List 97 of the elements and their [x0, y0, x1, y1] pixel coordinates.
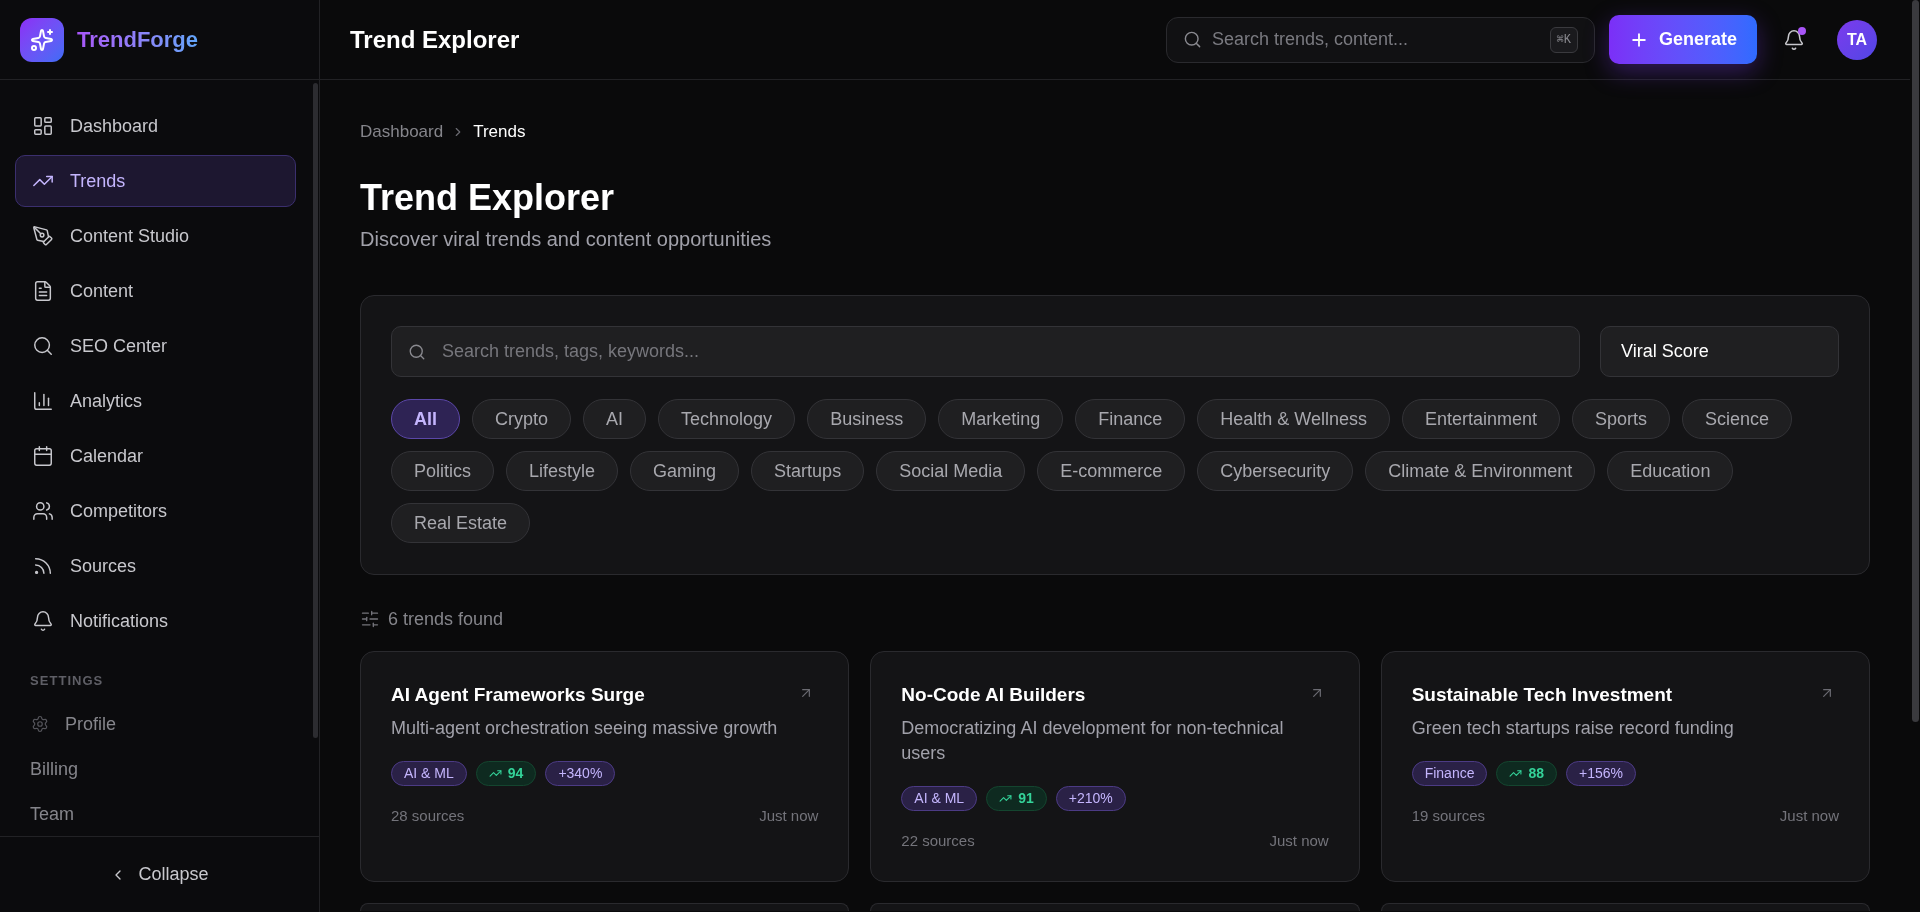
bell-icon	[1783, 28, 1805, 51]
growth-tag: +210%	[1055, 786, 1126, 811]
search-field[interactable]: Search trends, content... ⌘K	[1165, 16, 1595, 63]
category-tag: Finance	[1411, 761, 1488, 786]
category-chip[interactable]: Cybersecurity	[1197, 451, 1354, 491]
breadcrumb-current: Trends	[473, 121, 526, 144]
category-chip[interactable]: Lifestyle	[506, 451, 619, 491]
trend-card[interactable]	[360, 903, 850, 911]
settings-item[interactable]: Team	[15, 796, 296, 832]
shortcut-key: ⌘K	[1549, 26, 1578, 53]
category-chip[interactable]: Politics	[391, 451, 494, 491]
category-tag: AI & ML	[901, 786, 978, 811]
growth-tag: +156%	[1566, 761, 1637, 786]
dashboard-grid-icon	[32, 115, 54, 137]
category-chip[interactable]: Education	[1607, 451, 1734, 491]
sources-count: 19 sources	[1411, 806, 1486, 826]
nav-item[interactable]: SEO Center	[15, 320, 296, 372]
nav-item[interactable]: Dashboard	[15, 100, 296, 152]
sliders-icon	[360, 609, 380, 629]
collapse-button[interactable]: Collapse	[110, 861, 209, 888]
logo-icon	[20, 17, 64, 62]
card-description: Multi-agent orchestration seeing massive growth	[391, 717, 779, 740]
category-chip[interactable]: Real Estate	[391, 503, 531, 543]
category-chip[interactable]: Crypto	[472, 399, 572, 439]
settings-item[interactable]: Profile	[15, 706, 296, 742]
search-field[interactable]: Search trends, tags, keywords...	[391, 326, 1580, 377]
category-chip[interactable]: Marketing	[938, 399, 1064, 439]
nav-item[interactable]: Competitors	[15, 485, 296, 537]
growth-tag: +340%	[545, 761, 616, 786]
users-icon	[32, 500, 54, 522]
gear-icon	[31, 715, 49, 733]
generate-button[interactable]: Generate	[1608, 15, 1757, 64]
category-chip[interactable]: Finance	[1075, 399, 1186, 439]
category-chip[interactable]: Climate & Environment	[1365, 451, 1596, 491]
score-value: 94	[507, 764, 524, 783]
user-avatar[interactable]: TA	[1837, 19, 1877, 60]
category-chip[interactable]: Entertainment	[1402, 399, 1561, 439]
search-icon	[408, 342, 426, 361]
scrollbar-thumb[interactable]	[1912, 0, 1919, 722]
nav-item[interactable]: Notifications	[15, 595, 296, 647]
category-tag: AI & ML	[391, 761, 467, 786]
trending-up-icon	[999, 792, 1013, 805]
rss-icon	[32, 555, 54, 577]
trend-card[interactable]: No-Code AI Builders Democratizing AI development for non-technical users AI & ML 91 +210% 22 sources Just now	[870, 651, 1360, 882]
category-chip[interactable]: AI	[583, 399, 647, 439]
search-input[interactable]: Search trends, content...	[1211, 26, 1550, 53]
category-chip[interactable]: Science	[1682, 399, 1793, 439]
page-subtitle: Discover viral trends and content opportunities	[360, 227, 773, 252]
search-icon	[32, 335, 54, 357]
results-count: 6 trends found	[388, 607, 504, 631]
category-chip[interactable]: Startups	[751, 451, 865, 491]
pen-tool-icon	[32, 225, 54, 247]
section-heading: SETTINGS	[29, 673, 105, 689]
timestamp: Just now	[1269, 831, 1329, 851]
bar-chart-icon	[32, 390, 54, 412]
document-icon	[32, 280, 54, 302]
category-chip[interactable]: Health & Wellness	[1197, 399, 1390, 439]
header-title: Trend Explorer	[350, 24, 520, 55]
trend-card[interactable]: AI Agent Frameworks Surge Multi-agent orchestration seeing massive growth AI & ML 94 +340% 28 sources Just now	[360, 651, 850, 882]
nav-item[interactable]: Analytics	[15, 375, 296, 427]
category-chip[interactable]: Business	[807, 399, 927, 439]
sources-count: 22 sources	[901, 831, 975, 851]
category-chip[interactable]: Gaming	[630, 451, 740, 491]
sources-count: 28 sources	[391, 806, 465, 826]
card-description: Democratizing AI development for non-technical users	[901, 717, 1285, 765]
card-title: No-Code AI Builders	[901, 683, 1086, 707]
category-chip[interactable]: Technology	[658, 399, 796, 439]
card-description: Green tech startups raise record funding	[1411, 717, 1735, 740]
card-title: Sustainable Tech Investment	[1411, 683, 1673, 707]
category-chip[interactable]: Social Media	[876, 451, 1026, 491]
nav-item[interactable]: Calendar	[15, 430, 296, 482]
trend-card[interactable]: Sustainable Tech Investment Green tech startups raise record funding Finance 88 +156% 19 sources Just now	[1380, 651, 1870, 882]
calendar-icon	[32, 445, 54, 467]
sort-select[interactable]: Viral Score	[1600, 326, 1839, 377]
breadcrumb-link[interactable]: Dashboard	[360, 119, 444, 145]
settings-item[interactable]: Billing	[15, 751, 296, 787]
scrollbar-thumb[interactable]	[313, 83, 318, 738]
search-input[interactable]: Search trends, tags, keywords...	[442, 338, 1579, 365]
trending-up-icon	[1509, 767, 1523, 780]
category-chip[interactable]: All	[391, 399, 460, 439]
nav-item[interactable]: Sources	[15, 540, 296, 592]
nav-item[interactable]: Trends	[15, 155, 296, 207]
bell-icon	[32, 610, 54, 632]
score-value: 88	[1528, 764, 1545, 783]
nav-item[interactable]: Content	[15, 265, 296, 317]
timestamp: Just now	[759, 806, 819, 826]
nav-item[interactable]: Content Studio	[15, 210, 296, 262]
timestamp: Just now	[1779, 806, 1839, 826]
trending-up-icon	[488, 767, 502, 780]
category-chip[interactable]: E-commerce	[1037, 451, 1186, 491]
page-title: Trend Explorer	[360, 176, 616, 220]
card-title: AI Agent Frameworks Surge	[391, 683, 645, 707]
score-value: 91	[1018, 789, 1034, 808]
search-icon	[1182, 30, 1202, 49]
category-chip[interactable]: Sports	[1572, 399, 1671, 439]
trend-card[interactable]	[1380, 903, 1870, 911]
trend-card[interactable]	[870, 903, 1360, 911]
